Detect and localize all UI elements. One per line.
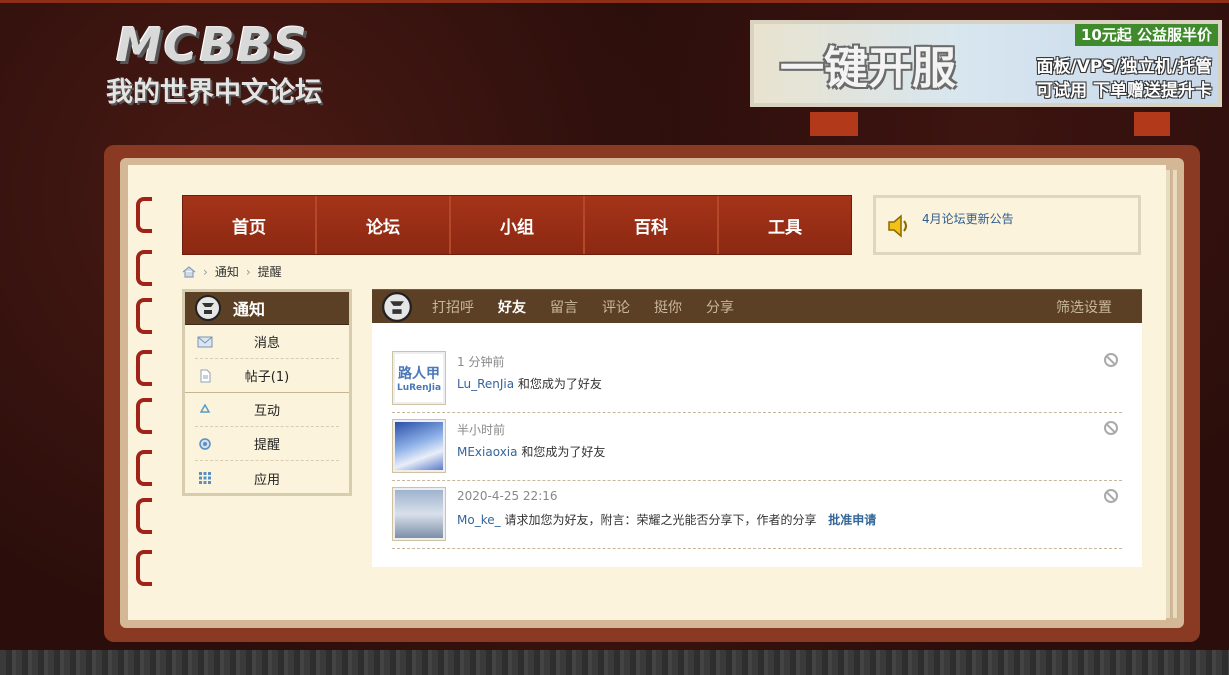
binding-ring [136,450,152,486]
message-text: 和您成为了好友 [521,445,606,459]
announcement-box: 4月论坛更新公告 [873,195,1141,255]
bottom-strip [0,650,1229,675]
nav-wiki[interactable]: 百科 [585,196,719,254]
nav-tools[interactable]: 工具 [719,196,851,254]
notification-message: Mo_ke_ 请求加您为好友，附言：荣耀之光能否分享下，作者的分享 批准申请 [457,511,876,528]
notification-panel: 打招呼 好友 留言 评论 挺你 分享 筛选设置 路人甲 LuRenJia 1 分钟… [372,289,1142,567]
ad-line-1: 面板/VPS/独立机/托管 [1036,57,1213,77]
ignore-icon[interactable] [1104,489,1118,503]
timestamp: 1 分钟前 [457,355,505,369]
notification-list: 路人甲 LuRenJia 1 分钟前 Lu_RenJia 和您成为了好友 半小时前… [392,345,1122,549]
binding-ring [136,298,152,334]
sidebar-item-reminders[interactable]: 提醒 [195,427,339,461]
message-text: 请求加您为好友，附言：荣耀之光能否分享下，作者的分享 [504,513,817,527]
sidebar-item-messages[interactable]: 消息 [195,325,339,359]
tab-bar: 打招呼 好友 留言 评论 挺你 分享 筛选设置 [372,289,1142,323]
binding-ring [136,350,152,386]
ad-tag: 10元起 公益服半价 [1074,24,1218,46]
sidebar-item-interactions[interactable]: 互动 [195,393,339,427]
sidebar: 通知 消息 帖子(1) 互动 提醒 应用 [182,289,352,496]
avatar[interactable] [392,487,446,541]
main-nav: 首页 论坛 小组 百科 工具 [182,195,852,255]
user-link[interactable]: MExiaoxia [457,445,518,459]
sidebar-item-label: 消息 [253,336,280,351]
envelope-icon [197,336,213,348]
notification-message: MExiaoxia 和您成为了好友 [457,443,605,460]
tab-greetings[interactable]: 打招呼 [432,297,474,317]
top-border [0,0,1229,3]
home-icon[interactable] [182,265,196,278]
logo-main-text: MCBBS [116,18,309,72]
sidebar-item-posts[interactable]: 帖子(1) [185,359,349,393]
ad-banner[interactable]: 一键开服 10元起 公益服半价 面板/VPS/独立机/托管 可试用 下单赠送提升… [750,20,1222,107]
ignore-icon[interactable] [1104,421,1118,435]
breadcrumb-notifications[interactable]: 通知 [215,263,239,280]
page-edge [1166,170,1171,618]
timestamp: 半小时前 [457,423,506,437]
recycle-icon [199,403,211,413]
list-item: 2020-4-25 22:16 Mo_ke_ 请求加您为好友，附言：荣耀之光能否… [392,481,1122,549]
nav-groups[interactable]: 小组 [451,196,585,254]
sidebar-item-label: 帖子(1) [244,370,290,385]
sidebar-item-label: 互动 [253,404,280,419]
sidebar-item-label: 提醒 [253,438,280,453]
binding-ring [136,398,152,434]
tab-comments-wall[interactable]: 留言 [550,297,578,317]
message-text: 和您成为了好友 [517,377,602,391]
tab-support[interactable]: 挺你 [654,297,682,317]
gear-icon [199,438,211,450]
ad-title: 一键开服 [780,43,956,94]
tab-friends[interactable]: 好友 [498,297,526,317]
user-link[interactable]: Lu_RenJia [457,377,514,391]
ignore-icon[interactable] [1104,353,1118,367]
avatar[interactable] [392,419,446,473]
page-edge [1173,170,1178,618]
grid-icon [199,472,211,484]
user-link[interactable]: Mo_ke_ [457,513,501,527]
approve-request-link[interactable]: 批准申请 [828,513,876,527]
tab-shares[interactable]: 分享 [706,297,734,317]
creeper-badge-icon [195,295,221,321]
speaker-icon [888,214,907,238]
sidebar-title: 通知 [233,300,266,319]
tab-reviews[interactable]: 评论 [602,297,630,317]
decor-block [810,112,858,136]
chevron-right-icon: › [245,264,251,279]
logo-sub-text: 我的世界中文论坛 [106,77,322,108]
binding-ring [136,498,152,534]
creeper-badge-icon [382,291,412,322]
nav-home[interactable]: 首页 [183,196,317,254]
ad-line-2: 可试用 下单赠送提升卡 [1036,81,1212,101]
breadcrumb-reminders[interactable]: 提醒 [258,263,282,280]
nav-forum[interactable]: 论坛 [317,196,451,254]
decor-block [1134,112,1170,136]
sidebar-header: 通知 [185,292,349,325]
sidebar-item-label: 应用 [253,472,280,488]
binding-ring [136,197,152,233]
list-item: 半小时前 MExiaoxia 和您成为了好友 [392,413,1122,481]
timestamp: 2020-4-25 22:16 [457,489,558,503]
list-item: 路人甲 LuRenJia 1 分钟前 Lu_RenJia 和您成为了好友 [392,345,1122,413]
chevron-right-icon: › [203,264,208,279]
sidebar-item-apps[interactable]: 应用 [195,461,339,495]
binding-ring [136,550,152,586]
notification-message: Lu_RenJia 和您成为了好友 [457,375,602,392]
document-icon [200,369,211,383]
breadcrumb: › 通知 › 提醒 [182,263,282,280]
binding-ring [136,250,152,286]
filter-settings-link[interactable]: 筛选设置 [1056,297,1112,317]
avatar[interactable]: 路人甲 LuRenJia [392,351,446,405]
announcement-link[interactable]: 4月论坛更新公告 [922,210,1014,227]
site-logo[interactable]: MCBBS 我的世界中文论坛 [104,18,368,108]
